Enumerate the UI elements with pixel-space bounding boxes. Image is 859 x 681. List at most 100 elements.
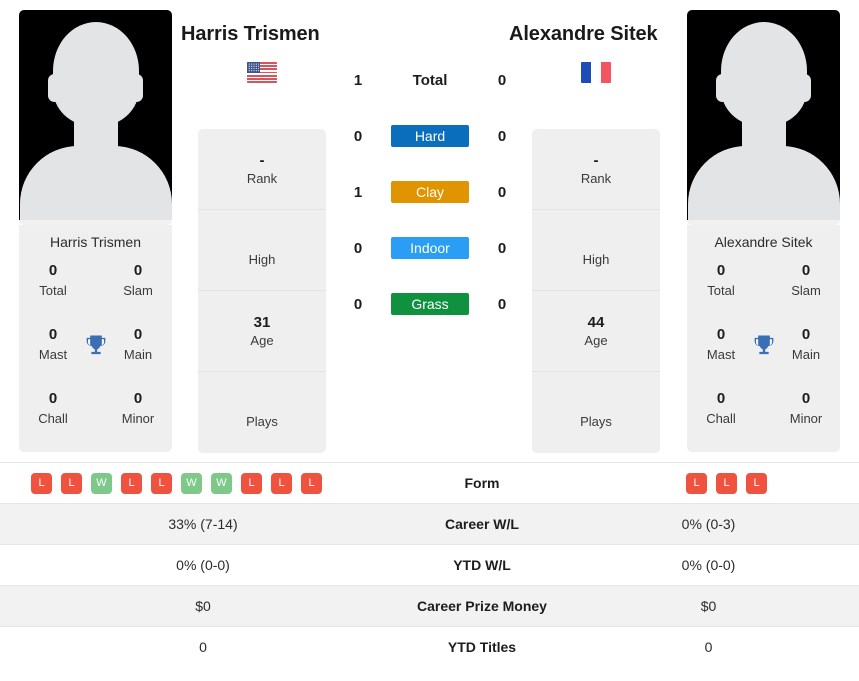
h2h-clay-right: 0 [497,183,507,201]
rank-label: Rank [246,170,278,186]
titles-slam-label: Slam [123,283,153,298]
titles-chall-label: Chall [38,411,68,426]
titles-cell-minor: 0 Minor [112,388,164,452]
career-prize-money-left: $0 [195,598,211,614]
age-label: Age [250,332,274,348]
player-name-right[interactable]: Alexandre Sitek [509,23,658,46]
titles-total-value: 0 [716,262,726,279]
h2h-total-label: Total [412,71,448,89]
us-flag-icon [247,62,277,83]
form-badge-win: W [211,472,232,494]
fr-flag-icon [581,62,611,83]
career-wl-right: 0% (0-3) [681,516,736,532]
row-label-form: Form [464,475,500,491]
titles-chall-value: 0 [716,390,726,407]
h2h-surface-column: 1 Total 0 0 Hard 0 1 Clay 0 0 Indoor 0 0 [341,52,519,332]
table-row-ytd-titles: 0 YTD Titles 0 [0,626,859,668]
player-photo-left[interactable] [19,10,172,225]
form-cell-left: LLWLLWWLLL [0,463,406,504]
trophy-icon [82,332,110,360]
player-info-card-right: - Rank High 44 Age Plays [532,129,660,453]
player-info-card-left: - Rank High 31 Age Plays [198,129,326,453]
form-badge-win: W [181,472,202,494]
titles-slam-value: 0 [133,262,143,279]
form-badge-loss: L [271,472,292,494]
titles-cell-main: 0 Main [112,324,164,388]
titles-card-right: Alexandre Sitek 0 Total 0 Slam 0 Mast 0 … [687,225,840,452]
titles-cell-mast: 0 Mast [27,324,79,388]
h2h-hard-left: 0 [353,127,363,145]
info-section-high: High [198,210,326,291]
h2h-row-total: 1 Total 0 [341,52,519,108]
ytd-wl-left: 0% (0-0) [176,557,230,573]
photo-caption-left [19,220,172,221]
form-badge-loss: L [746,472,767,494]
titles-chall-label: Chall [706,411,736,426]
info-section-plays: Plays [532,372,660,453]
titles-mast-value: 0 [48,326,58,343]
rank-value: - [259,151,265,169]
surface-badge-clay[interactable]: Clay [391,181,469,203]
surface-badge-indoor[interactable]: Indoor [391,237,469,259]
player-photo-right[interactable] [687,10,840,225]
player-comparison-page: Harris Trismen Alexandre Sitek - Rank Hi… [0,0,859,681]
info-section-high: High [532,210,660,291]
form-strip-left: LLWLLWWLLL [31,472,394,494]
form-cell-right: LLL [558,463,859,504]
plays-label: Plays [580,414,612,429]
age-label: Age [584,332,608,348]
titles-main-value: 0 [133,326,143,343]
titles-mast-value: 0 [716,326,726,343]
titles-cell-main: 0 Main [780,324,832,388]
titles-card-left: Harris Trismen 0 Total 0 Slam 0 Mast 0 M… [19,225,172,452]
table-row-career-wl: 33% (7-14) Career W/L 0% (0-3) [0,503,859,545]
age-value: 44 [587,313,605,331]
titles-cell-chall: 0 Chall [27,388,79,452]
titles-slam-value: 0 [801,262,811,279]
player-avatar-placeholder-icon [19,10,172,220]
form-badge-loss: L [31,472,52,494]
titles-total-label: Total [707,283,735,298]
h2h-indoor-right: 0 [497,239,507,257]
h2h-hard-right: 0 [497,127,507,145]
player-name-left[interactable]: Harris Trismen [181,23,320,46]
titles-total-value: 0 [48,262,58,279]
h2h-total-right: 0 [497,71,507,89]
h2h-indoor-left: 0 [353,239,363,257]
h2h-row-indoor: 0 Indoor 0 [341,220,519,276]
surface-badge-grass[interactable]: Grass [391,293,469,315]
titles-cell-minor: 0 Minor [780,388,832,452]
surface-badge-hard[interactable]: Hard [391,125,469,147]
trophy-icon [750,332,778,360]
row-label-ytd-wl: YTD W/L [453,557,511,573]
titles-cell-slam: 0 Slam [780,260,832,324]
form-badge-loss: L [716,472,737,494]
titles-minor-value: 0 [801,390,811,407]
titles-card-name: Alexandre Sitek [714,234,813,250]
form-badge-loss: L [121,472,142,494]
info-section-plays: Plays [198,372,326,453]
h2h-total-left: 1 [353,71,363,89]
ytd-titles-left: 0 [199,639,207,656]
info-section-rank: - Rank [198,129,326,210]
form-strip-right: LLL [686,472,847,494]
titles-main-label: Main [791,347,821,362]
titles-main-label: Main [123,347,153,362]
h2h-clay-left: 1 [353,183,363,201]
titles-slam-label: Slam [791,283,821,298]
row-label-ytd-titles: YTD Titles [447,639,517,656]
row-label-career-prize-money: Career Prize Money [417,598,547,614]
titles-cell-total: 0 Total [27,260,79,324]
titles-minor-value: 0 [133,390,143,407]
titles-chall-value: 0 [48,390,58,407]
form-badge-loss: L [151,472,172,494]
info-section-age: 31 Age [198,291,326,372]
info-section-rank: - Rank [532,129,660,210]
info-section-age: 44 Age [532,291,660,372]
titles-card-name: Harris Trismen [49,234,141,250]
ytd-titles-right: 0 [704,639,713,656]
age-value: 31 [253,313,271,331]
titles-main-value: 0 [801,326,811,343]
titles-cell-mast: 0 Mast [695,324,747,388]
titles-cell-chall: 0 Chall [695,388,747,452]
